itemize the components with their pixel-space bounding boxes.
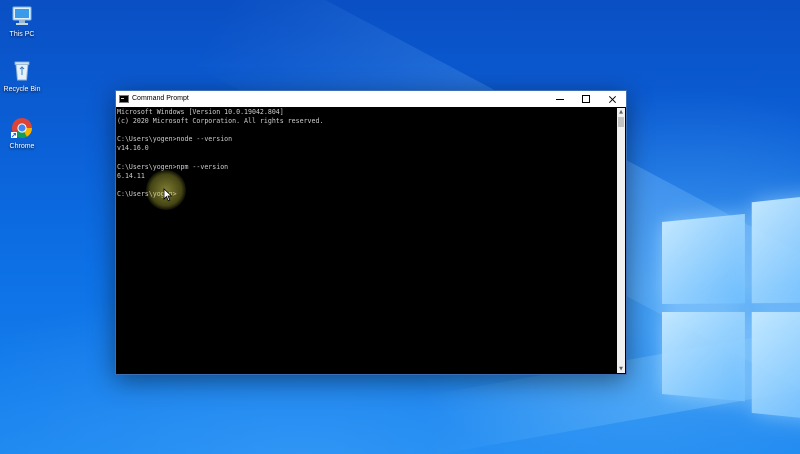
windows-logo-pane [752, 312, 800, 422]
console-output[interactable]: Microsoft Windows [Version 10.0.19042.80… [117, 108, 617, 373]
window-title: Command Prompt [132, 95, 189, 102]
console-line: C:\Users\yogen>node --version [117, 135, 617, 144]
desktop-icon-chrome[interactable]: Chrome [0, 117, 44, 151]
mouse-pointer-icon [163, 188, 173, 202]
desktop-icon-label: Recycle Bin [0, 85, 44, 94]
windows-logo-pane [662, 312, 745, 401]
desktop-icon-this-pc[interactable]: This PC [0, 5, 44, 39]
window-titlebar[interactable]: Command Prompt [116, 91, 626, 107]
console-line: (c) 2020 Microsoft Corporation. All righ… [117, 117, 617, 126]
maximize-icon [582, 95, 590, 103]
desktop-icon-label: Chrome [0, 142, 44, 151]
command-prompt-window[interactable]: Command Prompt Microsoft Windows [Versio… [115, 90, 627, 375]
console-line [117, 153, 617, 162]
console-line: v14.16.0 [117, 144, 617, 153]
scroll-thumb[interactable] [618, 117, 624, 127]
chrome-icon [10, 117, 34, 139]
console-line: Microsoft Windows [Version 10.0.19042.80… [117, 108, 617, 117]
console-line: C:\Users\yogen>npm --version [117, 163, 617, 172]
scroll-up-arrow-icon[interactable]: ▲ [617, 108, 625, 116]
minimize-icon [556, 99, 564, 100]
desktop-icon-label: This PC [0, 30, 44, 39]
vertical-scrollbar[interactable]: ▲ ▼ [617, 108, 625, 373]
recycle-bin-icon [10, 60, 34, 82]
this-pc-icon [10, 5, 34, 27]
windows-logo-wallpaper [662, 194, 800, 431]
scroll-down-arrow-icon[interactable]: ▼ [617, 365, 625, 373]
close-button[interactable] [599, 91, 625, 107]
cmd-app-icon [119, 95, 129, 103]
console-prompt-line[interactable]: C:\Users\yogen> [117, 190, 617, 199]
maximize-button[interactable] [573, 91, 599, 107]
minimize-button[interactable] [547, 91, 573, 107]
windows-logo-pane [752, 193, 800, 303]
console-line [117, 126, 617, 135]
console-line: 6.14.11 [117, 172, 617, 181]
close-icon [608, 95, 617, 104]
desktop-icon-recycle-bin[interactable]: Recycle Bin [0, 60, 44, 94]
console-line [117, 181, 617, 190]
windows-logo-pane [662, 214, 745, 304]
